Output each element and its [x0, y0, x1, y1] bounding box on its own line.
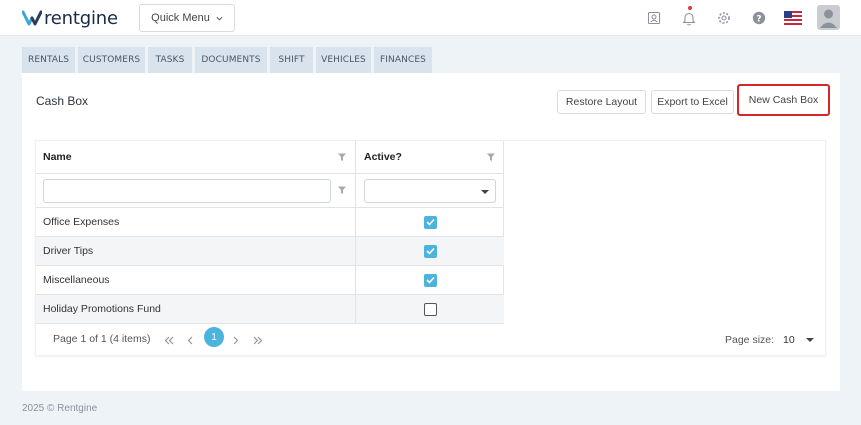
prev-page-icon[interactable] [183, 333, 197, 347]
top-navbar: rentgine Quick Menu ? [0, 0, 861, 36]
grid-pager: Page 1 of 1 (4 items) 1 Page size: 10 [36, 324, 825, 356]
next-page-icon[interactable] [229, 333, 243, 347]
check-icon [425, 276, 435, 284]
last-page-icon[interactable] [251, 333, 265, 347]
page-title: Cash Box [36, 94, 89, 108]
row-active-cell [356, 208, 504, 236]
row-name-cell: Holiday Promotions Fund [36, 295, 356, 323]
tab-finances[interactable]: FINANCES [374, 47, 432, 73]
current-page-button[interactable]: 1 [204, 327, 224, 347]
caret-down-icon[interactable] [806, 338, 814, 342]
notification-dot [688, 6, 692, 10]
module-tabs: RENTALS CUSTOMERS TASKS DOCUMENTS SHIFT … [22, 47, 435, 73]
active-checkbox-unchecked[interactable] [423, 302, 437, 316]
check-icon [425, 247, 435, 255]
gear-icon[interactable] [715, 9, 733, 27]
table-row[interactable]: Holiday Promotions Fund [36, 295, 504, 324]
name-filter-cell [36, 174, 356, 207]
check-icon [425, 218, 435, 226]
row-name-cell: Office Expenses [36, 208, 356, 236]
rentgine-logo[interactable]: rentgine [22, 7, 118, 29]
table-row[interactable]: Office Expenses [36, 208, 504, 237]
row-name-cell: Miscellaneous [36, 266, 356, 294]
tab-customers[interactable]: CUSTOMERS [78, 47, 145, 73]
caret-down-icon [481, 189, 489, 194]
page-size-label: Page size: [725, 334, 775, 346]
active-filter-select[interactable] [364, 178, 496, 203]
chevron-down-icon [216, 16, 223, 21]
table-row[interactable]: Driver Tips [36, 237, 504, 266]
grid-filter-row [36, 174, 504, 208]
cash-box-panel: Cash Box Restore Layout Export to Excel … [22, 73, 840, 391]
export-excel-button[interactable]: Export to Excel [651, 90, 734, 114]
row-active-cell [356, 295, 504, 323]
first-page-icon[interactable] [162, 333, 176, 347]
us-flag-icon[interactable] [784, 9, 802, 27]
help-icon[interactable]: ? [750, 9, 768, 27]
column-header-name[interactable]: Name [36, 141, 356, 173]
logo-mark-icon [22, 10, 42, 26]
tab-rentals[interactable]: RENTALS [22, 47, 75, 73]
logo-wordmark: rentgine [44, 7, 118, 29]
column-header-name-label: Name [43, 151, 72, 163]
quick-menu-label: Quick Menu [151, 12, 210, 24]
bell-icon[interactable] [680, 9, 698, 27]
tab-vehicles[interactable]: VEHICLES [316, 47, 371, 73]
active-checkbox-checked[interactable] [423, 273, 437, 287]
cash-box-grid: Name Active? Office Expenses Driver Tips… [35, 140, 826, 356]
row-active-cell [356, 237, 504, 265]
tab-documents[interactable]: DOCUMENTS [195, 47, 267, 73]
filter-icon[interactable] [337, 152, 347, 162]
column-header-active-label: Active? [364, 151, 402, 163]
grid-table: Name Active? Office Expenses Driver Tips… [36, 141, 504, 324]
grid-header-row: Name Active? [36, 141, 504, 174]
active-checkbox-checked[interactable] [423, 244, 437, 258]
name-filter-input[interactable] [43, 178, 331, 203]
restore-layout-button[interactable]: Restore Layout [557, 90, 646, 114]
svg-text:?: ? [756, 14, 761, 24]
tab-tasks[interactable]: TASKS [148, 47, 192, 73]
new-cash-box-button[interactable]: New Cash Box [737, 84, 830, 116]
footer-copyright: 2025 © Rentgine [22, 403, 98, 414]
contact-card-icon[interactable] [645, 9, 663, 27]
filter-options-icon[interactable] [337, 185, 347, 195]
active-checkbox-checked[interactable] [423, 215, 437, 229]
row-active-cell [356, 266, 504, 294]
pager-summary: Page 1 of 1 (4 items) [53, 333, 151, 345]
row-name-cell: Driver Tips [36, 237, 356, 265]
table-row[interactable]: Miscellaneous [36, 266, 504, 295]
page-size-select[interactable]: 10 [783, 334, 795, 346]
active-filter-cell [356, 174, 504, 207]
quick-menu-dropdown[interactable]: Quick Menu [139, 4, 235, 32]
filter-icon[interactable] [486, 152, 496, 162]
tab-shift[interactable]: SHIFT [270, 47, 313, 73]
user-avatar-icon[interactable] [817, 5, 840, 30]
column-header-active[interactable]: Active? [356, 141, 504, 173]
